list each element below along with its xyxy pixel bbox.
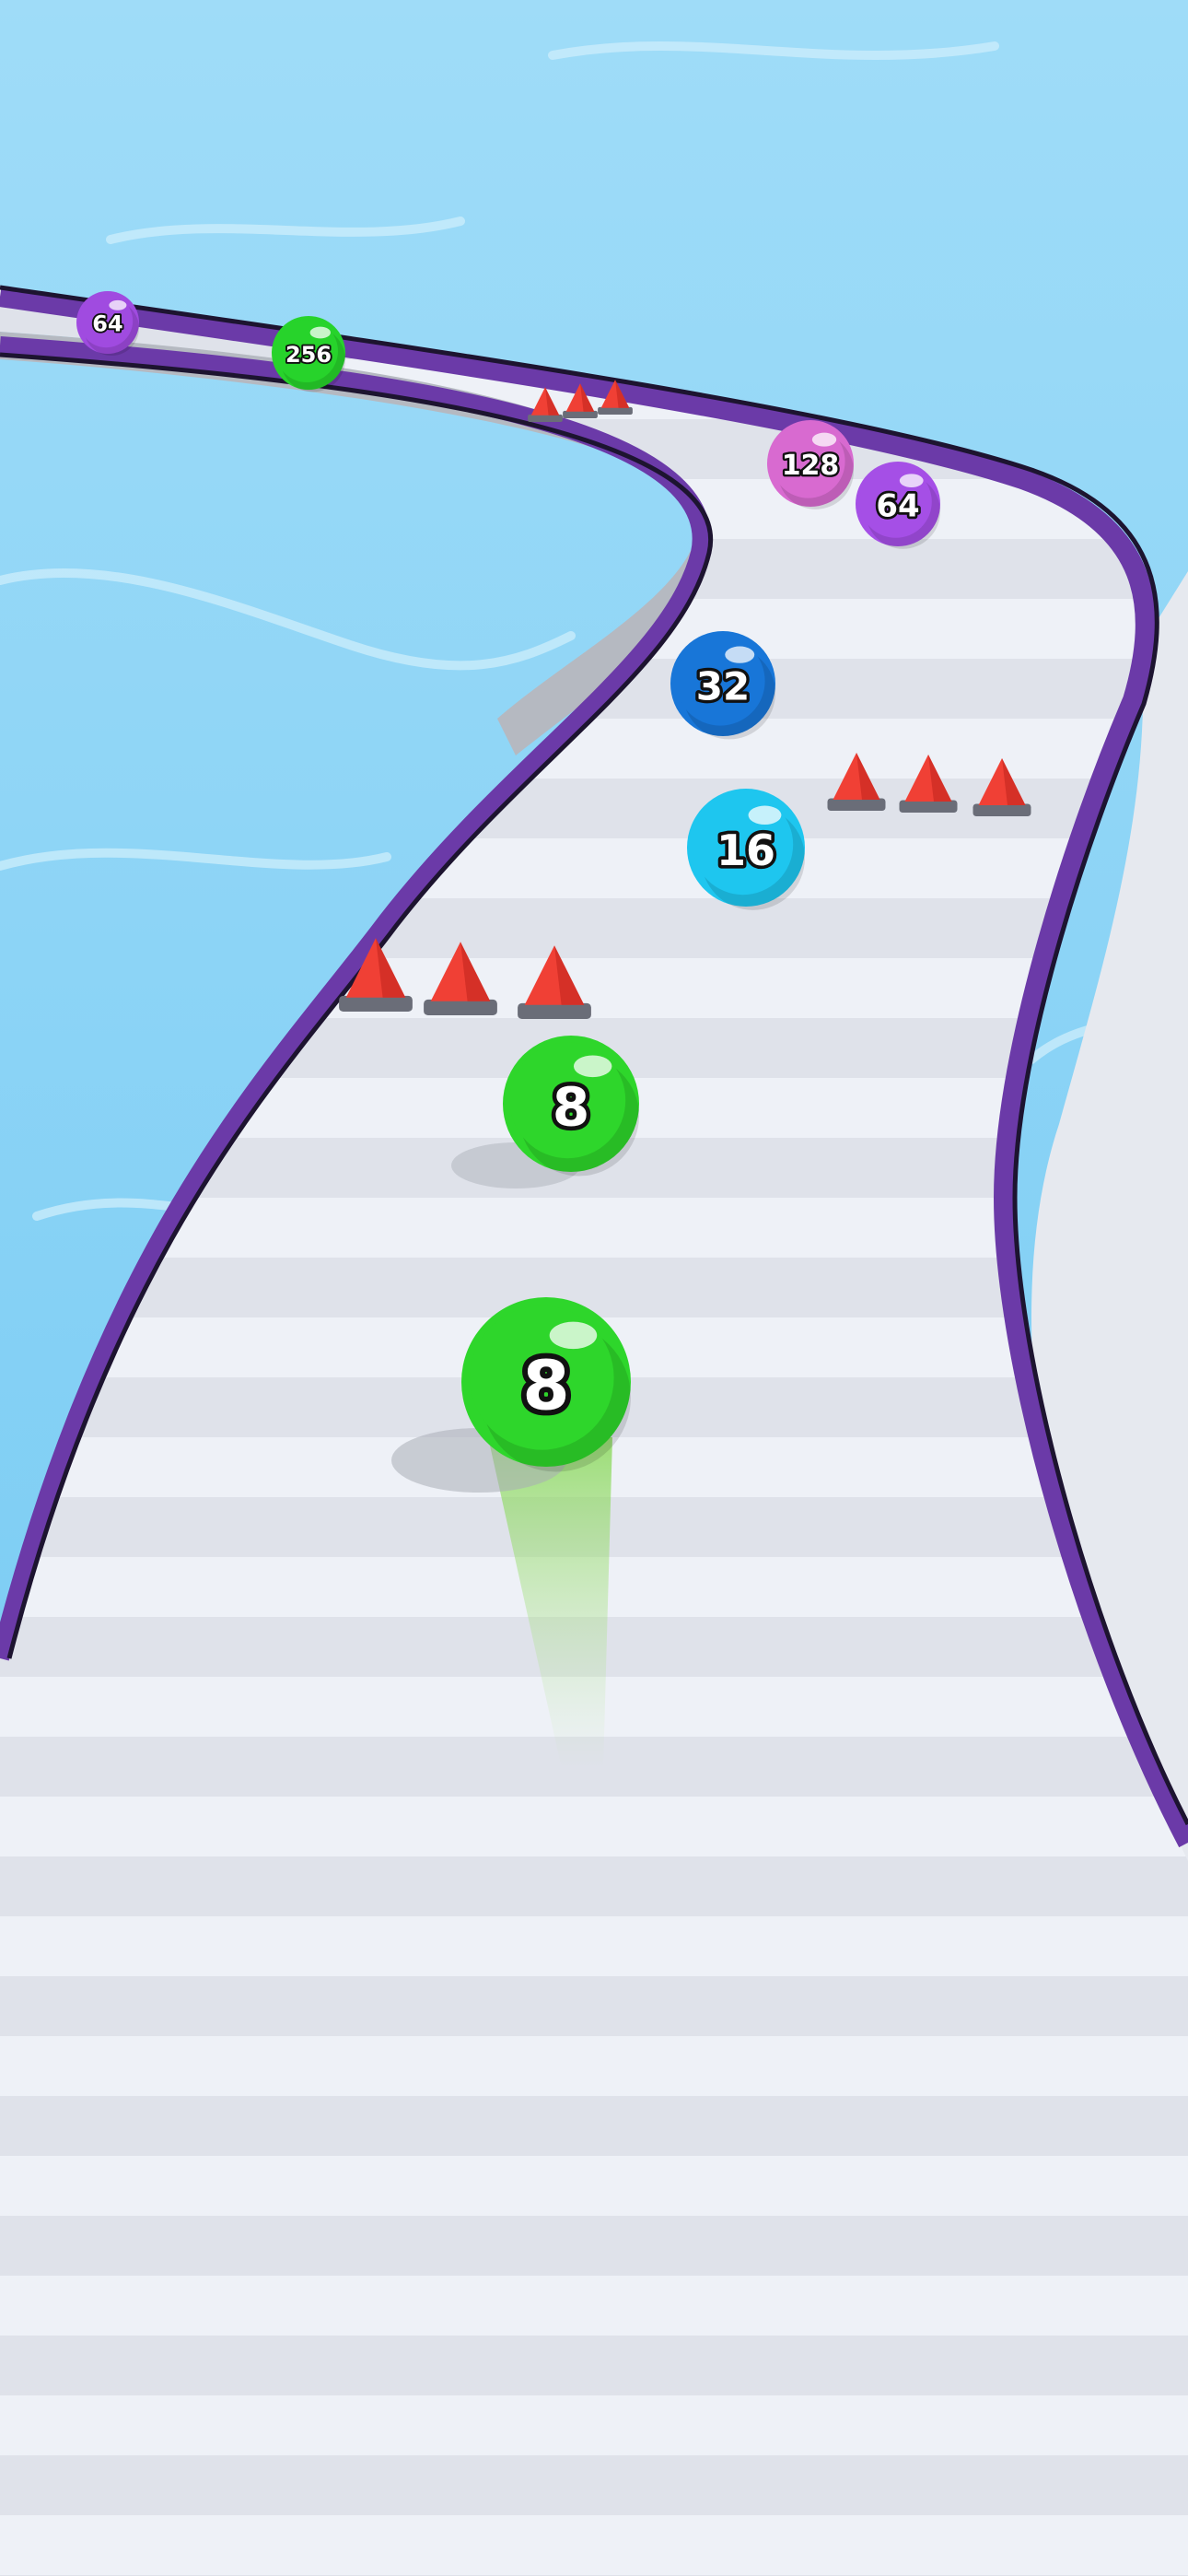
game-scene: 64 256 128 64 32 16 8 8: [0, 0, 1188, 2576]
ball-32-label: 32: [696, 663, 750, 708]
ball-64-far-left-label: 64: [92, 311, 122, 337]
ball-16-label: 16: [716, 825, 775, 875]
ball-256-label: 256: [285, 342, 332, 368]
ball-64-right-label: 64: [876, 487, 919, 524]
ball-8-ahead-label: 8: [553, 1076, 589, 1139]
game-viewport[interactable]: 64 256 128 64 32 16 8 8: [0, 0, 1188, 2576]
player-ball-label: 8: [522, 1347, 570, 1426]
spike-group-right: [827, 753, 1031, 816]
ball-128-label: 128: [782, 450, 840, 482]
